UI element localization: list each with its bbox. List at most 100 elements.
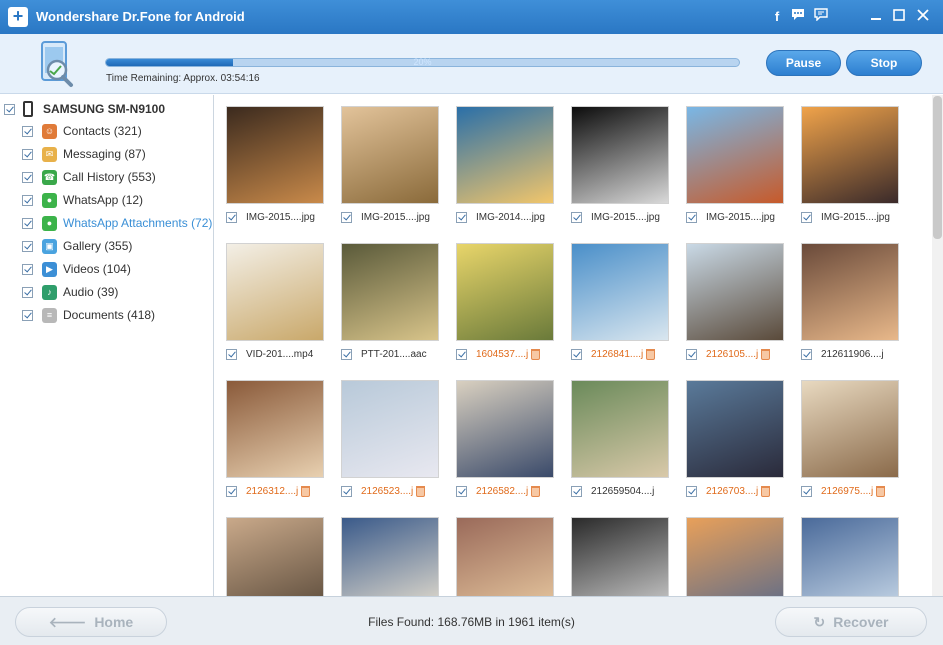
- file-thumbnail[interactable]: [686, 517, 784, 596]
- file-checkbox[interactable]: [801, 485, 812, 497]
- file-checkbox[interactable]: [571, 348, 582, 360]
- sidebar-item-checkbox[interactable]: [22, 240, 33, 252]
- file-tile[interactable]: [226, 517, 326, 596]
- file-tile[interactable]: 1604537....j: [456, 243, 556, 361]
- file-thumbnail[interactable]: [801, 106, 899, 204]
- file-tile[interactable]: 212659504....j: [571, 380, 671, 498]
- file-tile[interactable]: [456, 517, 556, 596]
- file-tile[interactable]: 212611906....j: [801, 243, 901, 361]
- sidebar-item-checkbox[interactable]: [22, 217, 33, 229]
- file-checkbox[interactable]: [226, 485, 237, 497]
- file-thumbnail[interactable]: [341, 106, 439, 204]
- file-thumbnail[interactable]: [456, 517, 554, 596]
- file-tile[interactable]: 2126841....j: [571, 243, 671, 361]
- file-thumbnail[interactable]: [571, 517, 669, 596]
- file-checkbox[interactable]: [341, 485, 352, 497]
- sidebar-item-whatsapp[interactable]: ● WhatsApp (12): [22, 190, 143, 210]
- file-checkbox[interactable]: [686, 485, 697, 497]
- sidebar-item-audio[interactable]: ♪ Audio (39): [22, 282, 118, 302]
- file-thumbnail[interactable]: [226, 106, 324, 204]
- file-tile[interactable]: 2126703....j: [686, 380, 786, 498]
- facebook-icon[interactable]: f: [768, 8, 786, 26]
- sidebar-item-checkbox[interactable]: [22, 125, 33, 137]
- file-thumbnail[interactable]: [341, 380, 439, 478]
- sidebar-item-checkbox[interactable]: [22, 148, 33, 160]
- file-thumbnail[interactable]: [226, 243, 324, 341]
- file-name: 212611906....j: [821, 348, 884, 360]
- file-thumbnail[interactable]: [571, 243, 669, 341]
- sidebar-item-contacts[interactable]: ☺ Contacts (321): [22, 121, 142, 141]
- close-icon[interactable]: [914, 8, 932, 26]
- sidebar-item-messaging[interactable]: ✉ Messaging (87): [22, 144, 146, 164]
- file-thumbnail[interactable]: [456, 380, 554, 478]
- file-tile[interactable]: VID-201....mp4: [226, 243, 326, 361]
- file-checkbox[interactable]: [456, 211, 467, 223]
- file-tile[interactable]: IMG-2015....jpg: [686, 106, 786, 224]
- file-checkbox[interactable]: [801, 211, 812, 223]
- recover-button[interactable]: ↻ Recover: [775, 607, 927, 637]
- file-checkbox[interactable]: [456, 348, 467, 360]
- sidebar-item-label: Messaging (87): [63, 147, 146, 161]
- file-thumbnail[interactable]: [801, 517, 899, 596]
- file-tile[interactable]: IMG-2015....jpg: [571, 106, 671, 224]
- grid-scrollbar-thumb[interactable]: [933, 96, 942, 239]
- file-thumbnail[interactable]: [801, 243, 899, 341]
- device-row[interactable]: SAMSUNG SM-N9100: [4, 99, 165, 119]
- sidebar-item-checkbox[interactable]: [22, 171, 33, 183]
- file-checkbox[interactable]: [226, 348, 237, 360]
- sidebar-item-checkbox[interactable]: [22, 309, 33, 321]
- file-checkbox[interactable]: [226, 211, 237, 223]
- file-thumbnail[interactable]: [686, 106, 784, 204]
- file-thumbnail[interactable]: [571, 106, 669, 204]
- file-checkbox[interactable]: [571, 485, 582, 497]
- file-tile[interactable]: 2126312....j: [226, 380, 326, 498]
- file-thumbnail[interactable]: [456, 243, 554, 341]
- sidebar-item-gallery[interactable]: ▣ Gallery (355): [22, 236, 132, 256]
- feedback-icon[interactable]: [812, 8, 830, 26]
- file-tile[interactable]: 2126975....j: [801, 380, 901, 498]
- sidebar-item-checkbox[interactable]: [22, 263, 33, 275]
- sidebar-item-checkbox[interactable]: [22, 286, 33, 298]
- stop-button[interactable]: Stop: [846, 50, 922, 76]
- device-checkbox[interactable]: [4, 103, 15, 115]
- file-thumbnail[interactable]: [571, 380, 669, 478]
- sidebar-item-call-history[interactable]: ☎ Call History (553): [22, 167, 156, 187]
- sidebar-item-checkbox[interactable]: [22, 194, 33, 206]
- file-tile[interactable]: IMG-2015....jpg: [801, 106, 901, 224]
- file-checkbox[interactable]: [686, 211, 697, 223]
- file-checkbox[interactable]: [456, 485, 467, 497]
- file-tile[interactable]: 2126105....j: [686, 243, 786, 361]
- file-thumbnail[interactable]: [226, 517, 324, 596]
- file-thumbnail[interactable]: [456, 106, 554, 204]
- file-tile[interactable]: PTT-201....aac: [341, 243, 441, 361]
- file-tile[interactable]: 2126523....j: [341, 380, 441, 498]
- phone-scan-icon: [41, 41, 73, 87]
- file-tile[interactable]: IMG-2015....jpg: [226, 106, 326, 224]
- file-thumbnail[interactable]: [341, 517, 439, 596]
- file-tile[interactable]: IMG-2014....jpg: [456, 106, 556, 224]
- minimize-icon[interactable]: [867, 8, 885, 26]
- file-tile[interactable]: IMG-2015....jpg: [341, 106, 441, 224]
- file-thumbnail[interactable]: [226, 380, 324, 478]
- file-checkbox[interactable]: [341, 348, 352, 360]
- file-thumbnail[interactable]: [341, 243, 439, 341]
- file-checkbox[interactable]: [341, 211, 352, 223]
- pause-button[interactable]: Pause: [766, 50, 841, 76]
- sidebar-item-documents[interactable]: ≡ Documents (418): [22, 305, 155, 325]
- file-caption: 2126975....j: [801, 484, 901, 498]
- maximize-icon[interactable]: [890, 8, 908, 26]
- file-tile[interactable]: [686, 517, 786, 596]
- file-thumbnail[interactable]: [686, 380, 784, 478]
- file-tile[interactable]: [341, 517, 441, 596]
- file-checkbox[interactable]: [801, 348, 812, 360]
- file-tile[interactable]: [571, 517, 671, 596]
- file-thumbnail[interactable]: [686, 243, 784, 341]
- sidebar-item-videos[interactable]: ▶ Videos (104): [22, 259, 131, 279]
- sidebar-item-whatsapp-attachments[interactable]: ● WhatsApp Attachments (72): [22, 213, 212, 233]
- file-checkbox[interactable]: [686, 348, 697, 360]
- file-checkbox[interactable]: [571, 211, 582, 223]
- chat-icon[interactable]: [789, 8, 807, 26]
- file-thumbnail[interactable]: [801, 380, 899, 478]
- file-tile[interactable]: 2126582....j: [456, 380, 556, 498]
- file-tile[interactable]: [801, 517, 901, 596]
